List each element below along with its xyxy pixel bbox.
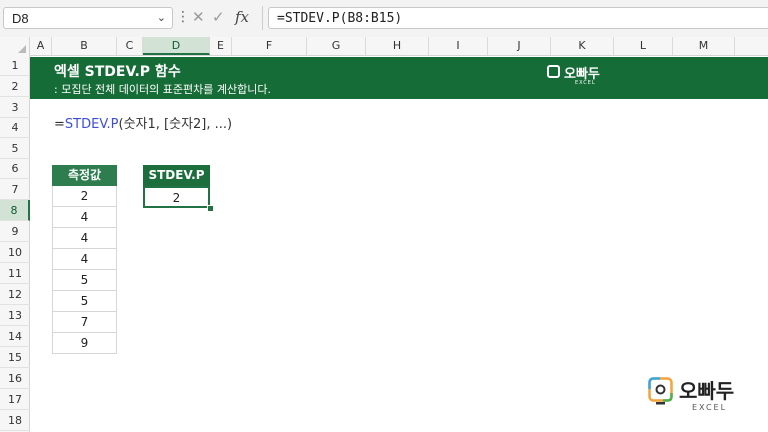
column-header-k[interactable]: K <box>551 37 614 55</box>
row-header-5[interactable]: 5 <box>0 138 30 159</box>
column-header-a[interactable]: A <box>30 37 52 55</box>
row-header-6[interactable]: 6 <box>0 159 30 179</box>
column-header-j[interactable]: J <box>488 37 551 55</box>
row-header-16[interactable]: 16 <box>0 368 30 389</box>
column-header-g[interactable]: G <box>307 37 366 55</box>
row-header-4[interactable]: 4 <box>0 118 30 138</box>
formula-input[interactable]: =STDEV.P(B8:B15) <box>268 7 768 29</box>
column-header-l[interactable]: L <box>614 37 673 55</box>
enter-check-icon[interactable]: ✓ <box>212 8 225 26</box>
row-header-13[interactable]: 13 <box>0 305 30 326</box>
row-header-11[interactable]: 11 <box>0 263 30 284</box>
fill-handle[interactable] <box>207 205 214 212</box>
column-header-e[interactable]: E <box>210 37 232 55</box>
column-header-f[interactable]: F <box>232 37 307 55</box>
data-table-cell[interactable]: 2 <box>52 186 117 207</box>
select-all-icon <box>18 45 26 53</box>
name-box-value: D8 <box>12 11 29 26</box>
syntax-function-name: STDEV.P <box>64 117 119 132</box>
row-header-15[interactable]: 15 <box>0 347 30 368</box>
data-table-header[interactable]: 측정값 <box>52 165 117 186</box>
brand-logo-subtext: EXCEL <box>692 403 728 412</box>
syntax-prefix: = <box>54 117 65 132</box>
name-box[interactable]: D8 ⌄ <box>3 7 173 29</box>
title-banner: 엑셀 STDEV.P 함수 : 모집단 전체 데이터의 표준편차를 계산합니다.… <box>30 57 768 99</box>
banner-subtitle: : 모집단 전체 데이터의 표준편차를 계산합니다. <box>54 83 271 96</box>
row-header-3[interactable]: 3 <box>0 97 30 118</box>
column-header-b[interactable]: B <box>52 37 117 55</box>
insert-function-icon[interactable]: fx <box>235 8 249 26</box>
data-table-cell[interactable]: 5 <box>52 270 117 291</box>
data-table-cell[interactable]: 4 <box>52 207 117 228</box>
row-header-10[interactable]: 10 <box>0 242 30 263</box>
column-header-bar: ABCDEFGHIJKLM <box>0 37 768 56</box>
row-header-1[interactable]: 1 <box>0 55 30 76</box>
row-header-18[interactable]: 18 <box>0 410 30 431</box>
banner-logo-subtext: EXCEL <box>575 80 596 86</box>
data-table-cell[interactable]: 4 <box>52 228 117 249</box>
data-table-cell[interactable]: 4 <box>52 249 117 270</box>
data-table-cell[interactable]: 7 <box>52 312 117 333</box>
data-table-cell[interactable]: 9 <box>52 333 117 354</box>
row-header-8[interactable]: 8 <box>0 200 30 221</box>
syntax-arguments: (숫자1, [숫자2], ...) <box>118 117 233 132</box>
row-header-2[interactable]: 2 <box>0 76 30 97</box>
formula-bar: D8 ⌄ ⋮ ✕ ✓ fx =STDEV.P(B8:B15) <box>0 0 768 37</box>
worksheet-grid[interactable]: ABCDEFGHIJKLM 1 2 3 4 5 6 7 8 9 10 11 12 13 14 15 16 17 1… <box>0 37 768 432</box>
logo-frame-icon <box>547 65 560 78</box>
row-header-9[interactable]: 9 <box>0 221 30 242</box>
brand-logo-icon <box>648 377 673 405</box>
brand-logo-text: 오빠두 <box>679 379 735 403</box>
result-cell-selected[interactable]: 2 <box>143 186 210 208</box>
row-header-7[interactable]: 7 <box>0 179 30 200</box>
chevron-down-icon[interactable]: ⌄ <box>157 11 166 24</box>
column-header-c[interactable]: C <box>117 37 143 55</box>
banner-title: 엑셀 STDEV.P 함수 <box>54 64 181 80</box>
select-all-button[interactable] <box>0 37 30 55</box>
column-header-d[interactable]: D <box>143 37 210 55</box>
result-table-header[interactable]: STDEV.P <box>143 165 210 186</box>
row-header-14[interactable]: 14 <box>0 326 30 347</box>
row-header-12[interactable]: 12 <box>0 284 30 305</box>
function-syntax[interactable]: =STDEV.P(숫자1, [숫자2], ...) <box>54 113 232 132</box>
more-options-icon[interactable]: ⋮ <box>176 9 190 25</box>
column-header-h[interactable]: H <box>366 37 429 55</box>
data-table-cell[interactable]: 5 <box>52 291 117 312</box>
formula-bar-divider <box>262 6 263 30</box>
formula-input-value: =STDEV.P(B8:B15) <box>277 11 403 26</box>
banner-logo: 오빠두 EXCEL <box>547 64 607 92</box>
row-header-17[interactable]: 17 <box>0 389 30 410</box>
cancel-icon[interactable]: ✕ <box>192 8 205 26</box>
column-header-m[interactable]: M <box>673 37 735 55</box>
row-header-bar: 12345678910111213141516171819 <box>0 55 30 432</box>
column-header-i[interactable]: I <box>429 37 488 55</box>
brand-logo: 오빠두 EXCEL <box>648 375 758 420</box>
